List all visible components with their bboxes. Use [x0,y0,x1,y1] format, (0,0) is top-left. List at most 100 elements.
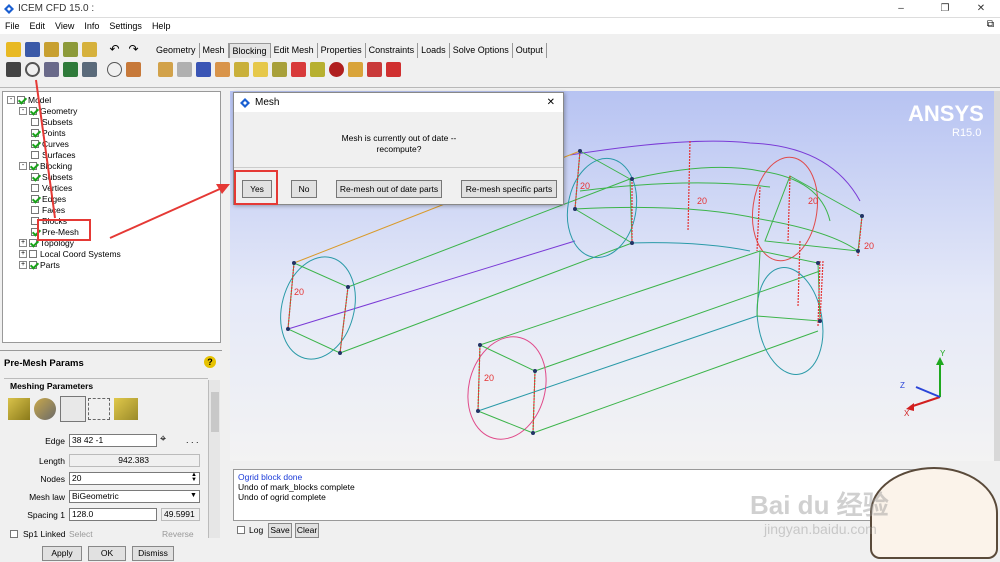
split-block-icon[interactable] [177,62,192,77]
edit-edge-icon[interactable] [291,62,306,77]
panel-scrollbar[interactable] [208,380,220,538]
minimize-button[interactable]: – [886,0,916,18]
tree-item-vertices[interactable]: Vertices [31,182,72,193]
expand-toggle-icon[interactable]: - [7,95,15,104]
save-icon[interactable] [25,42,40,57]
tree-item-local-coord-systems[interactable]: + Local Coord Systems [19,248,121,259]
measure-icon[interactable] [44,62,59,77]
log-checkbox[interactable] [237,526,245,534]
tree-item-points[interactable]: Points [31,127,66,138]
tree-checkbox[interactable] [29,238,37,247]
wireframe-icon[interactable] [107,62,122,77]
load-blocking-icon[interactable] [63,42,78,57]
tab-geometry[interactable]: Geometry [153,43,200,58]
scale-spacing-icon[interactable] [34,398,56,420]
tree-checkbox[interactable] [31,183,39,192]
tree-item-subsets[interactable]: Subsets [31,171,73,182]
clear-log-button[interactable]: Clear [295,523,319,538]
merge-vertices-icon[interactable] [196,62,211,77]
chevron-down-icon[interactable]: ▼ [190,492,197,499]
expand-toggle-icon[interactable]: + [19,238,27,247]
restore-button[interactable]: ❐ [930,0,960,18]
ok-button[interactable]: OK [88,546,126,561]
sp1-linked-checkbox[interactable] [10,530,18,538]
tree-item-curves[interactable]: Curves [31,138,69,149]
menu-view[interactable]: View [50,21,79,31]
tree-checkbox[interactable] [31,150,39,159]
fit-window-icon[interactable] [6,62,21,77]
update-all-icon[interactable] [114,398,138,420]
tree-checkbox[interactable] [31,205,39,214]
menu-info[interactable]: Info [79,21,104,31]
tab-loads[interactable]: Loads [418,43,450,58]
expand-toggle-icon[interactable]: + [19,260,27,269]
menu-help[interactable]: Help [147,21,176,31]
undo-icon[interactable]: ↶ [107,42,122,57]
more-options-icon[interactable]: . . . [186,435,199,445]
expand-toggle-icon[interactable]: - [19,161,27,170]
associate-icon[interactable] [234,62,249,77]
dismiss-button[interactable]: Dismiss [132,546,174,561]
edge-spacing-icon[interactable] [60,396,86,422]
expand-toggle-icon[interactable]: + [19,249,27,258]
open-icon[interactable] [6,42,21,57]
help-icon[interactable]: ? [204,356,216,368]
tree-item-surfaces[interactable]: Surfaces [31,149,76,160]
dialog-close-button[interactable]: ✕ [547,97,555,108]
tree-item-blocking[interactable]: - Blocking [19,160,72,171]
tree-item-model[interactable]: - Model [7,94,51,105]
tree-item-edges[interactable]: Edges [31,193,66,204]
tab-properties[interactable]: Properties [318,43,366,58]
close-window-button[interactable]: ✕ [966,0,996,18]
tree-item-faces[interactable]: Faces [31,204,65,215]
transform-blocks-icon[interactable] [272,62,287,77]
select-edge-icon[interactable]: ⌖ [160,433,166,446]
mesh-law-select[interactable]: BiGeometric [69,490,200,503]
tab-edit-mesh[interactable]: Edit Mesh [271,43,318,58]
tree-item-parts[interactable]: + Parts [19,259,60,270]
nodes-field[interactable]: 20 [69,472,200,485]
restore-pane-icon[interactable]: ⧉ [987,19,994,30]
tab-output[interactable]: Output [513,43,547,58]
tree-checkbox[interactable] [17,95,25,104]
remesh-specific-button[interactable]: Re-mesh specific parts [461,180,557,198]
tab-blocking[interactable]: Blocking [228,43,271,58]
refresh-icon[interactable] [63,62,78,77]
spacing1-field[interactable]: 128.0 [69,508,157,521]
expand-toggle-icon[interactable]: - [19,106,27,115]
apply-button[interactable]: Apply [42,546,82,561]
edit-block-icon[interactable] [215,62,230,77]
tree-checkbox[interactable] [31,172,39,181]
tree-checkbox[interactable] [29,106,37,115]
tree-checkbox[interactable] [31,128,39,137]
tree-item-geometry[interactable]: - Geometry [19,105,77,116]
select-button[interactable]: Select [69,529,93,539]
scrollbar-thumb[interactable] [211,392,219,432]
menu-edit[interactable]: Edit [25,21,51,31]
move-vertex-icon[interactable] [253,62,268,77]
tree-checkbox[interactable] [29,161,37,170]
tree-item-subsets[interactable]: Subsets [31,116,73,127]
pre-mesh-params-icon[interactable] [310,62,325,77]
delete-block-icon[interactable] [386,62,401,77]
tab-constraints[interactable]: Constraints [366,43,419,58]
edge-field[interactable]: 38 42 -1 [69,434,157,447]
nodes-spinner-icon[interactable]: ▲ ▼ [191,472,197,483]
check-blocks-icon[interactable] [367,62,382,77]
tree-checkbox[interactable] [29,249,37,258]
menu-settings[interactable]: Settings [104,21,147,31]
tree-checkbox[interactable] [31,117,39,126]
tab-mesh[interactable]: Mesh [200,43,229,58]
remesh-out-of-date-button[interactable]: Re-mesh out of date parts [336,180,442,198]
tree-checkbox[interactable] [31,139,39,148]
menu-file[interactable]: File [0,21,25,31]
redo-icon[interactable]: ↷ [126,42,141,57]
pre-mesh-smooth-icon[interactable] [348,62,363,77]
solid-icon[interactable] [126,62,141,77]
tab-solve-options[interactable]: Solve Options [450,43,513,58]
reverse-button[interactable]: Reverse [162,529,194,539]
view-icon[interactable] [82,62,97,77]
zoom-icon[interactable] [25,62,40,77]
tree-checkbox[interactable] [31,194,39,203]
create-block-icon[interactable] [158,62,173,77]
